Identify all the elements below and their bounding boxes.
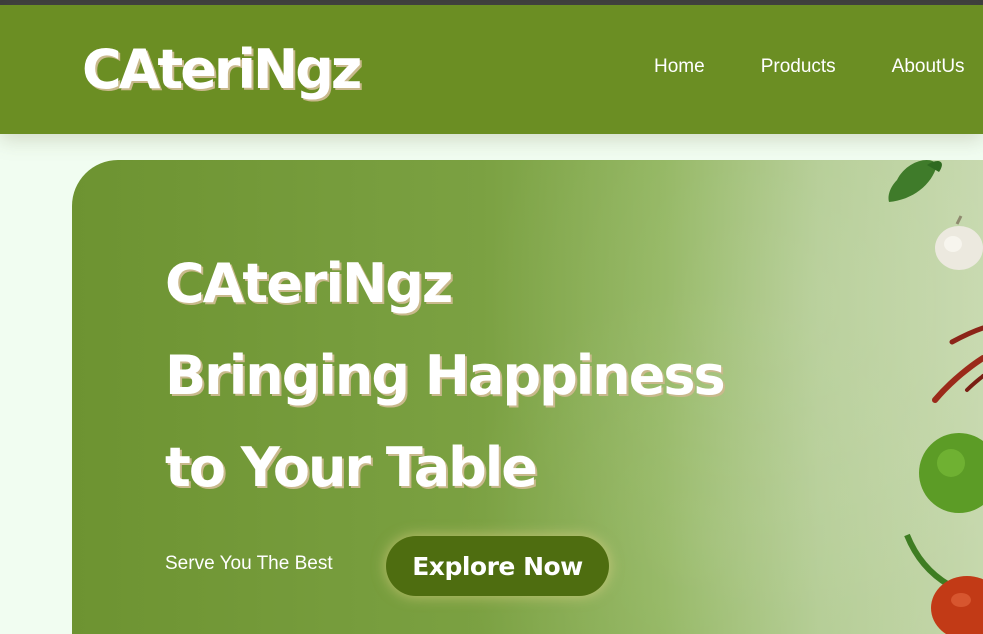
- vegetable-decoration: [888, 160, 983, 634]
- nav-links: Home Products AboutUs: [654, 56, 983, 78]
- nav-link-home[interactable]: Home: [654, 56, 705, 78]
- navbar: CAteriNgz Home Products AboutUs: [0, 5, 983, 134]
- nav-link-aboutus[interactable]: AboutUs: [892, 56, 965, 78]
- hero-subtitle: Serve You The Best: [165, 553, 333, 574]
- hero-heading-line-2: Bringing Happiness: [165, 344, 726, 407]
- tomato-icon: [904, 533, 983, 634]
- chili-pepper-icon: [932, 325, 983, 403]
- explore-now-button[interactable]: Explore Now: [386, 536, 609, 596]
- hero-banner: CAteriNgz Bringing Happiness to Your Tab…: [72, 160, 983, 634]
- site-logo[interactable]: CAteriNgz: [82, 38, 362, 101]
- lime-icon: [919, 433, 983, 513]
- hero-heading: CAteriNgz Bringing Happiness to Your Tab…: [165, 238, 726, 514]
- nav-link-products[interactable]: Products: [761, 56, 836, 78]
- hero-heading-line-1: CAteriNgz: [165, 252, 453, 315]
- hero-heading-line-3: to Your Table: [165, 436, 538, 499]
- garlic-icon: [935, 215, 983, 270]
- basil-leaf-icon: [888, 160, 942, 202]
